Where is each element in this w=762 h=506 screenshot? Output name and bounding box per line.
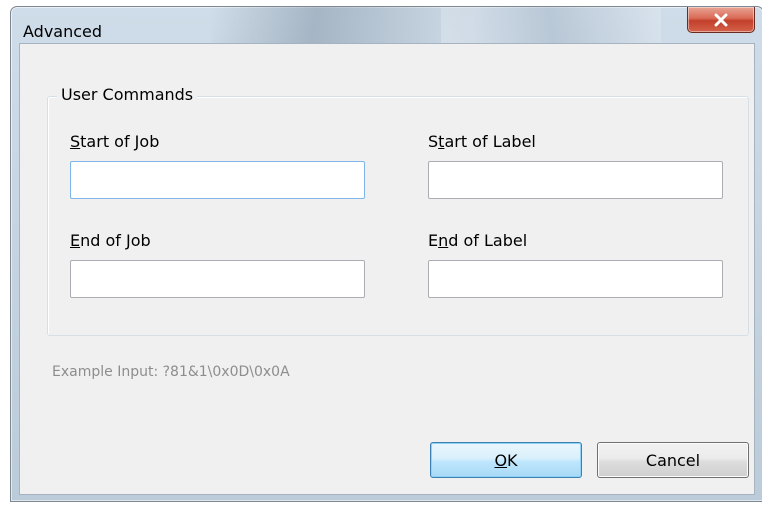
ok-label-text: K bbox=[507, 450, 518, 470]
start-of-label-label-text: art of Label bbox=[444, 132, 536, 151]
end-of-label-label-text: d of Label bbox=[448, 231, 528, 250]
start-of-job-input[interactable] bbox=[70, 161, 365, 199]
start-of-label-input[interactable] bbox=[428, 161, 723, 199]
window-title: Advanced bbox=[23, 22, 103, 41]
start-of-job-label-text: tart of Job bbox=[80, 132, 160, 151]
cancel-button[interactable]: Cancel bbox=[597, 442, 749, 478]
close-icon bbox=[713, 13, 729, 27]
example-input-hint: Example Input: ?81&1\0x0D\0x0A bbox=[52, 364, 290, 380]
start-of-job-mnemonic: S bbox=[70, 132, 81, 151]
group-title: User Commands bbox=[57, 85, 198, 104]
ok-button[interactable]: OK bbox=[430, 442, 582, 478]
title-bar[interactable]: Advanced bbox=[11, 7, 762, 41]
screen: Advanced User Commands Start of Job Star… bbox=[0, 0, 762, 506]
end-of-job-label: End of Job bbox=[70, 231, 151, 250]
start-of-job-label: Start of Job bbox=[70, 132, 159, 151]
end-of-job-input[interactable] bbox=[70, 260, 365, 298]
end-of-job-mnemonic: E bbox=[70, 231, 81, 250]
end-of-label-mnemonic: n bbox=[438, 231, 449, 250]
end-of-label-input[interactable] bbox=[428, 260, 723, 298]
advanced-dialog: Advanced User Commands Start of Job Star… bbox=[10, 6, 762, 502]
end-of-job-label-text: nd of Job bbox=[80, 231, 151, 250]
end-of-label-prefix: E bbox=[428, 231, 439, 250]
start-of-label-prefix: S bbox=[428, 132, 439, 151]
ok-mnemonic: O bbox=[494, 450, 508, 470]
start-of-label-label: Start of Label bbox=[428, 132, 536, 151]
end-of-label-label: End of Label bbox=[428, 231, 527, 250]
close-button[interactable] bbox=[687, 7, 755, 33]
dialog-client-area: User Commands Start of Job Start of Labe… bbox=[19, 43, 755, 495]
